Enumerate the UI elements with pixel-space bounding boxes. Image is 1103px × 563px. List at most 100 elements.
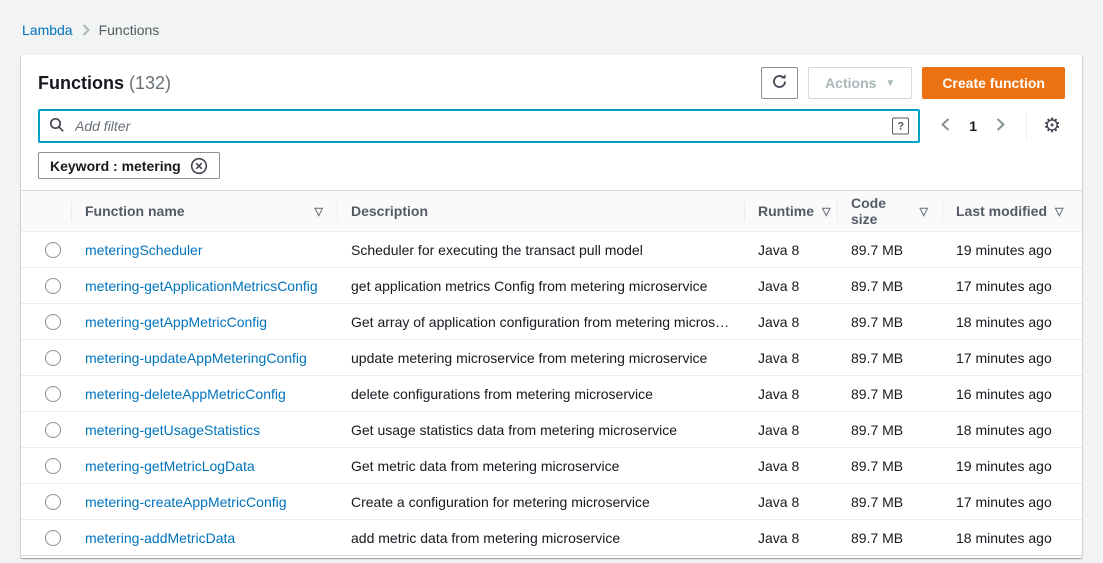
- column-label: Description: [351, 203, 428, 219]
- search-icon: [49, 117, 65, 136]
- filter-chip: Keyword : metering: [38, 152, 220, 179]
- create-function-button[interactable]: Create function: [922, 67, 1065, 99]
- chevron-right-icon: [995, 117, 1006, 135]
- breadcrumb-lambda-link[interactable]: Lambda: [22, 22, 73, 38]
- chevron-down-icon: ▼: [885, 78, 895, 89]
- sort-icon[interactable]: ▽: [920, 205, 928, 218]
- function-runtime: Java 8: [744, 494, 837, 510]
- function-name-link[interactable]: metering-getAppMetricConfig: [85, 314, 267, 330]
- previous-page-button[interactable]: [938, 115, 953, 137]
- function-runtime: Java 8: [744, 314, 837, 330]
- function-name-link[interactable]: metering-getMetricLogData: [85, 458, 255, 474]
- table-row: metering-deleteAppMetricConfig delete co…: [21, 376, 1082, 412]
- header-actions: Actions ▼ Create function: [761, 67, 1065, 99]
- sort-icon[interactable]: ▽: [822, 205, 830, 218]
- panel-header: Functions (132) Actions ▼ Create functio…: [21, 55, 1082, 107]
- column-header-description: Description: [337, 191, 744, 231]
- sort-icon[interactable]: ▽: [315, 205, 323, 218]
- function-description: Create a configuration for metering micr…: [337, 494, 744, 510]
- refresh-icon: [771, 73, 788, 93]
- function-code-size: 89.7 MB: [837, 530, 942, 546]
- function-runtime: Java 8: [744, 242, 837, 258]
- function-name-link[interactable]: metering-getUsageStatistics: [85, 422, 260, 438]
- actions-button[interactable]: Actions ▼: [808, 67, 912, 99]
- table-row: metering-getMetricLogData Get metric dat…: [21, 448, 1082, 484]
- function-description: add metric data from metering microservi…: [337, 530, 744, 546]
- breadcrumb: Lambda Functions: [0, 0, 1103, 38]
- function-last-modified: 17 minutes ago: [942, 350, 1082, 366]
- table-row: metering-getAppMetricConfig Get array of…: [21, 304, 1082, 340]
- row-select-radio[interactable]: [45, 422, 61, 438]
- next-page-button[interactable]: [993, 115, 1008, 137]
- breadcrumb-functions: Functions: [99, 22, 160, 38]
- table-row: metering-getUsageStatistics Get usage st…: [21, 412, 1082, 448]
- function-runtime: Java 8: [744, 422, 837, 438]
- function-name-link[interactable]: meteringScheduler: [85, 242, 203, 258]
- functions-panel: Functions (132) Actions ▼ Create functio…: [21, 55, 1082, 558]
- filter-input[interactable]: [73, 117, 886, 135]
- page-title-text: Functions: [38, 73, 124, 93]
- function-name-link[interactable]: metering-deleteAppMetricConfig: [85, 386, 286, 402]
- row-select-radio[interactable]: [45, 242, 61, 258]
- row-select-radio[interactable]: [45, 314, 61, 330]
- refresh-button[interactable]: [761, 67, 798, 99]
- page-title: Functions (132): [38, 73, 171, 94]
- function-last-modified: 19 minutes ago: [942, 242, 1082, 258]
- column-label: Runtime: [758, 203, 814, 219]
- current-page-number: 1: [969, 118, 977, 134]
- row-select-radio[interactable]: [45, 458, 61, 474]
- column-label: Code size: [851, 195, 912, 227]
- function-name-link[interactable]: metering-addMetricData: [85, 530, 235, 546]
- table-row: metering-updateAppMeteringConfig update …: [21, 340, 1082, 376]
- function-last-modified: 19 minutes ago: [942, 458, 1082, 474]
- function-last-modified: 18 minutes ago: [942, 314, 1082, 330]
- function-description: Scheduler for executing the transact pul…: [337, 242, 744, 258]
- table-body: meteringScheduler Scheduler for executin…: [21, 232, 1082, 556]
- function-code-size: 89.7 MB: [837, 494, 942, 510]
- row-select-radio[interactable]: [45, 530, 61, 546]
- function-code-size: 89.7 MB: [837, 458, 942, 474]
- row-select-radio[interactable]: [45, 350, 61, 366]
- function-code-size: 89.7 MB: [837, 242, 942, 258]
- column-header-function-name[interactable]: Function name ▽: [71, 191, 337, 231]
- function-runtime: Java 8: [744, 458, 837, 474]
- table-row: meteringScheduler Scheduler for executin…: [21, 232, 1082, 268]
- actions-button-label: Actions: [825, 75, 876, 91]
- function-code-size: 89.7 MB: [837, 314, 942, 330]
- function-code-size: 89.7 MB: [837, 350, 942, 366]
- settings-button[interactable]: ⚙: [1039, 116, 1065, 136]
- filter-toolbar: ? 1 ⚙: [21, 107, 1082, 143]
- function-code-size: 89.7 MB: [837, 386, 942, 402]
- header-select-column: [21, 191, 71, 231]
- row-select-radio[interactable]: [45, 494, 61, 510]
- row-select-radio[interactable]: [45, 278, 61, 294]
- function-code-size: 89.7 MB: [837, 278, 942, 294]
- gear-icon: ⚙: [1043, 115, 1061, 137]
- function-name-link[interactable]: metering-getApplicationMetricsConfig: [85, 278, 318, 294]
- function-name-link[interactable]: metering-updateAppMeteringConfig: [85, 350, 307, 366]
- filter-help-icon[interactable]: ?: [892, 118, 909, 135]
- chevron-left-icon: [940, 117, 951, 135]
- row-select-radio[interactable]: [45, 386, 61, 402]
- function-runtime: Java 8: [744, 278, 837, 294]
- function-last-modified: 16 minutes ago: [942, 386, 1082, 402]
- table-row: metering-getApplicationMetricsConfig get…: [21, 268, 1082, 304]
- function-description: Get array of application configuration f…: [337, 314, 744, 330]
- function-description: get application metrics Config from mete…: [337, 278, 744, 294]
- column-header-runtime[interactable]: Runtime ▽: [744, 191, 837, 231]
- function-last-modified: 17 minutes ago: [942, 494, 1082, 510]
- sort-icon[interactable]: ▽: [1055, 205, 1063, 218]
- function-description: update metering microservice from meteri…: [337, 350, 744, 366]
- functions-table: Function name ▽ Description Runtime ▽ Co…: [21, 190, 1082, 556]
- function-name-link[interactable]: metering-createAppMetricConfig: [85, 494, 287, 510]
- remove-filter-icon[interactable]: [190, 157, 208, 175]
- function-last-modified: 18 minutes ago: [942, 422, 1082, 438]
- function-code-size: 89.7 MB: [837, 422, 942, 438]
- column-header-code-size[interactable]: Code size ▽: [837, 191, 942, 231]
- breadcrumb-chevron-icon: [82, 24, 90, 36]
- pagination: 1: [932, 115, 1014, 137]
- function-description: delete configurations from metering micr…: [337, 386, 744, 402]
- function-last-modified: 18 minutes ago: [942, 530, 1082, 546]
- column-header-last-modified[interactable]: Last modified ▽: [942, 191, 1082, 231]
- function-description: Get usage statistics data from metering …: [337, 422, 744, 438]
